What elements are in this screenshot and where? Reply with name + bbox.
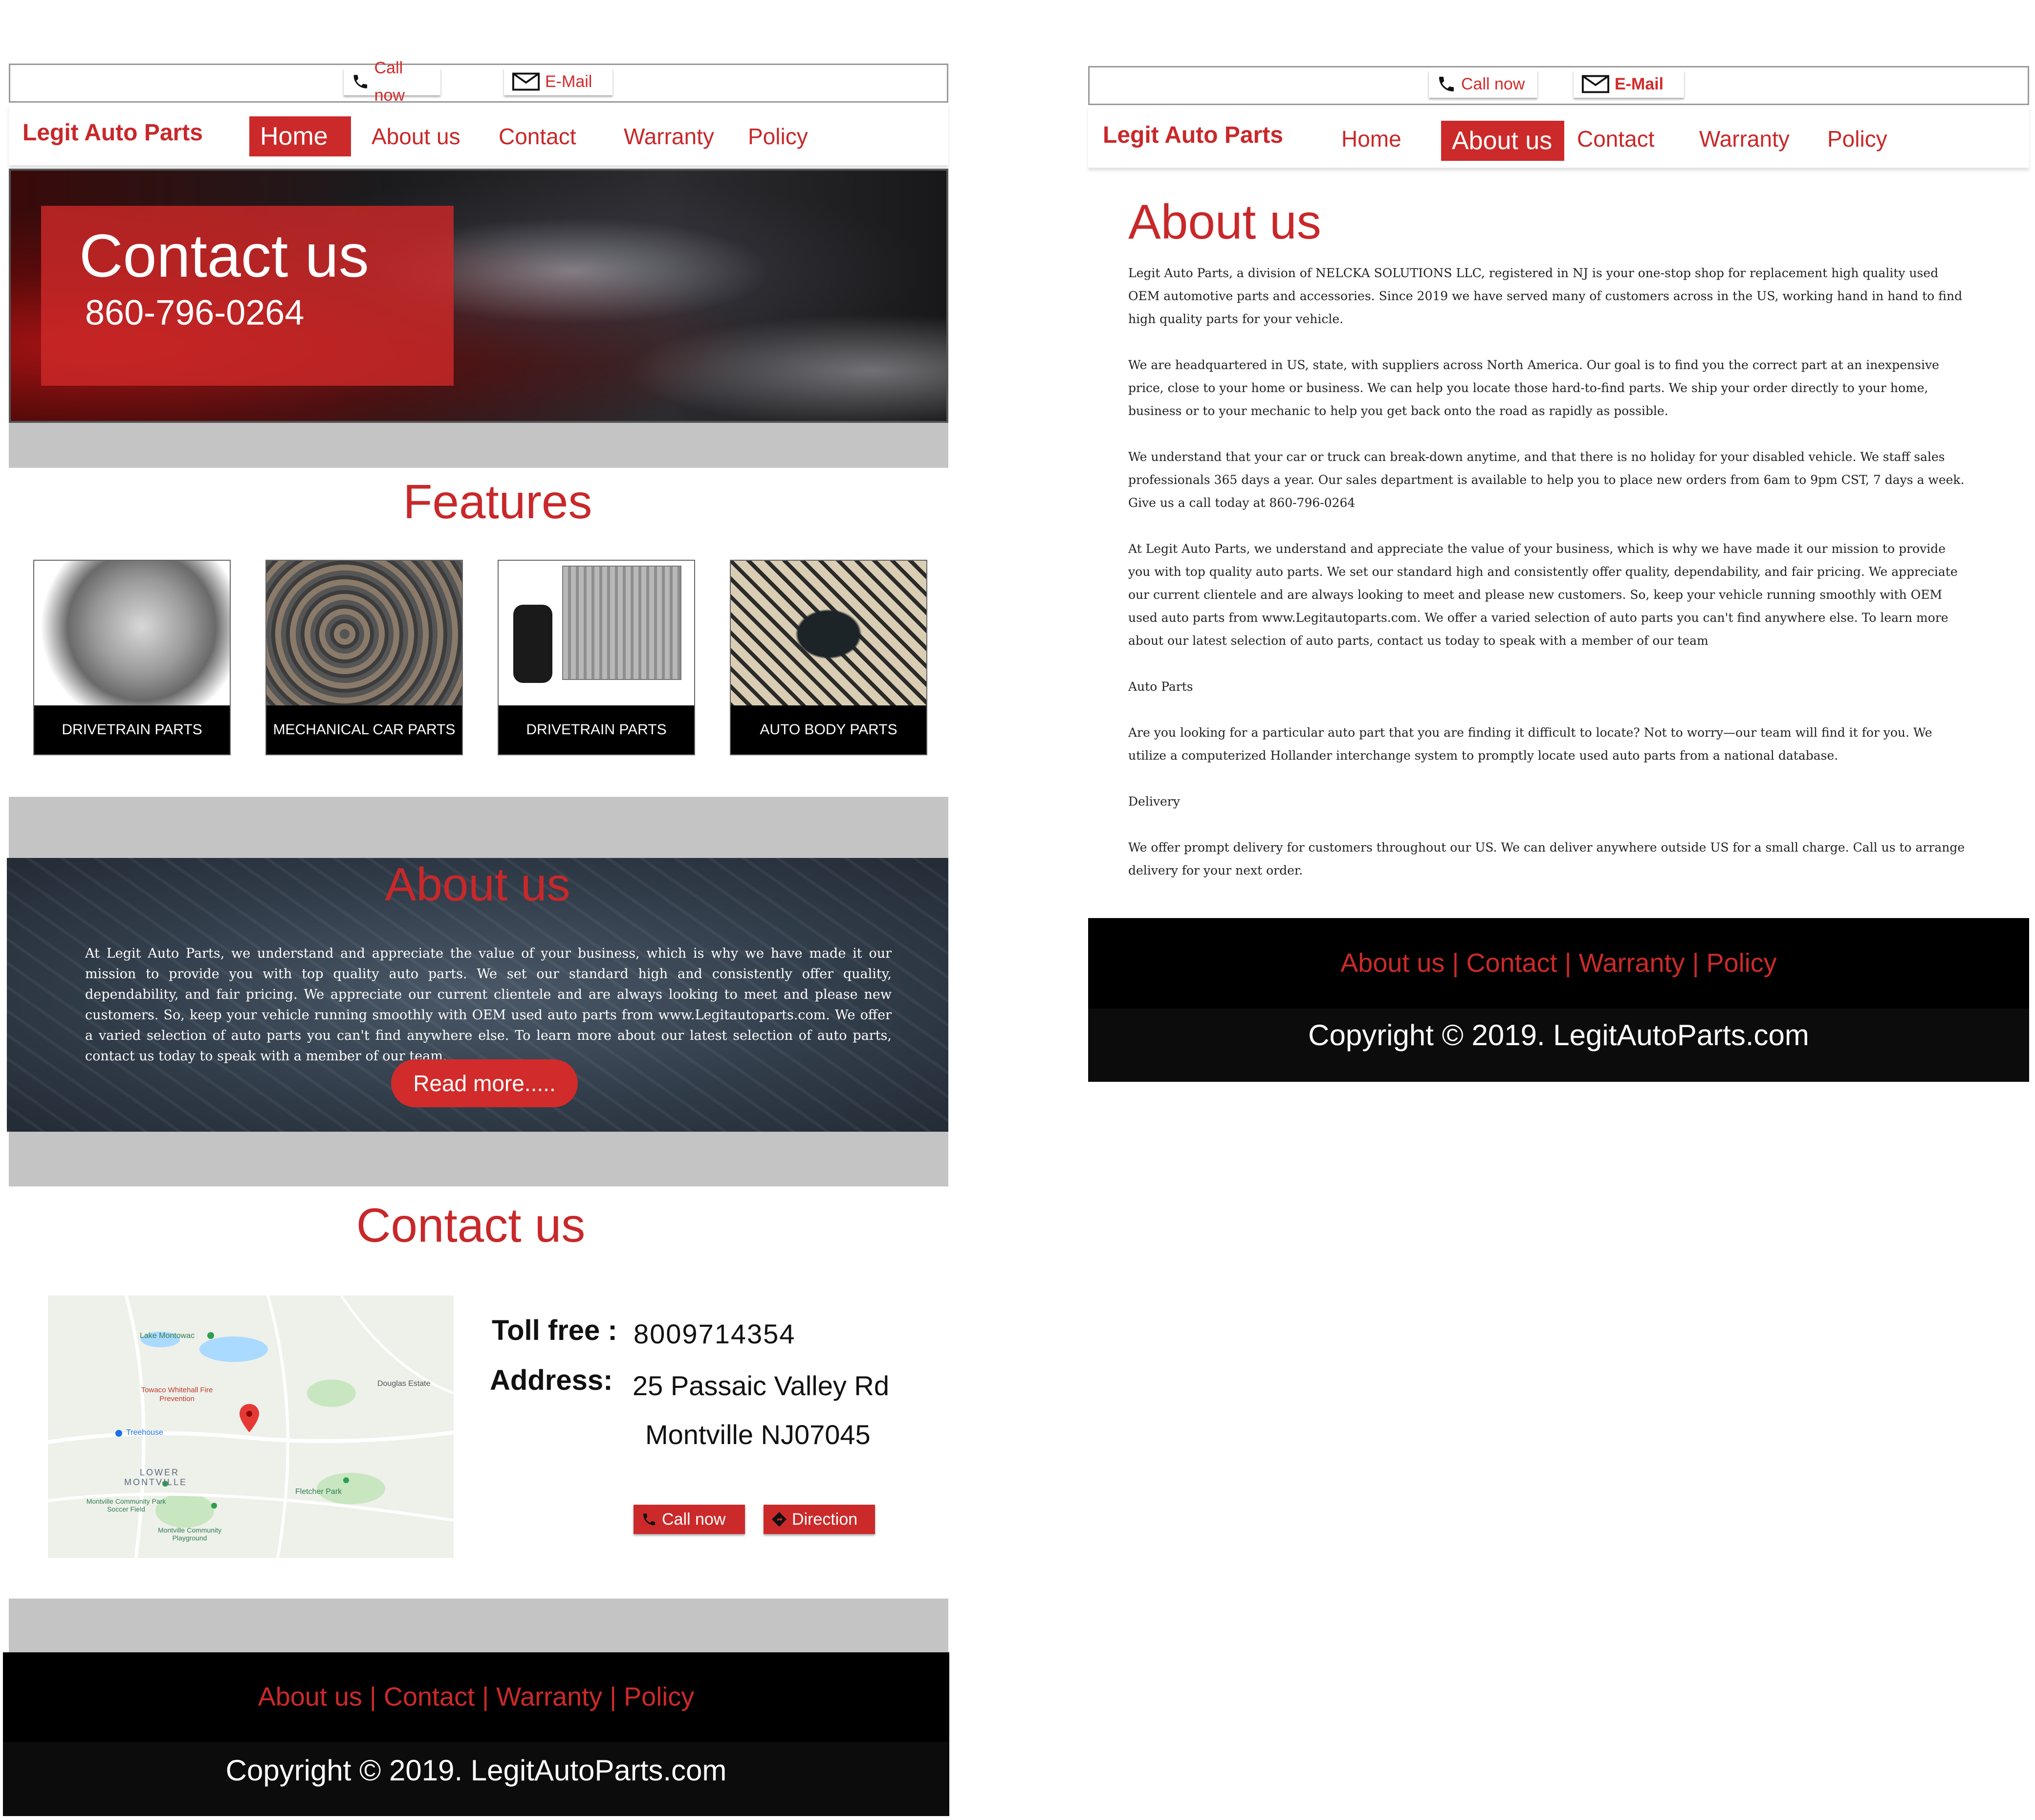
contact-call-label: Call now [662, 1510, 726, 1529]
feature-card[interactable]: AUTO BODY PARTS [730, 560, 927, 755]
map-label: Towaco Whitehall Fire Prevention [141, 1386, 213, 1403]
toll-free-label: Toll free : [492, 1315, 617, 1346]
toll-free-value[interactable]: 8009714354 [634, 1318, 795, 1350]
contact-topbar: Call now E-Mail [9, 59, 948, 105]
call-now-button[interactable]: Call now [344, 59, 440, 105]
page-title: About us [1128, 195, 1321, 249]
nav-policy[interactable]: Policy [737, 116, 819, 156]
map-label: LOWER [140, 1468, 180, 1477]
address-line2: Montville NJ07045 [645, 1419, 871, 1450]
navbar: Legit Auto Parts Home About us Contact W… [9, 103, 948, 165]
home-page: Call now E-Mail Legit Auto Parts Home Ab… [3, 59, 949, 1820]
nav-warranty[interactable]: Warranty [1688, 119, 1800, 159]
nav-home[interactable]: Home [249, 116, 351, 156]
about-subheading: Auto Parts [1128, 680, 1193, 694]
nav-contact[interactable]: Contact [488, 116, 587, 156]
address-label: Address: [490, 1364, 613, 1396]
nav-about[interactable]: About us [361, 116, 471, 156]
email-label: E-Mail [1615, 75, 1664, 93]
nav-policy[interactable]: Policy [1816, 119, 1898, 159]
footer-links[interactable]: About us | Contact | Warranty | Policy [3, 1652, 949, 1742]
phone-icon [643, 1513, 655, 1525]
email-button[interactable]: E-Mail [1574, 70, 1684, 98]
email-button[interactable]: E-Mail [504, 68, 613, 95]
map-label: Montville Community Playground [158, 1526, 221, 1542]
location-map[interactable]: Lake Montowac Towaco Whitehall Fire Prev… [48, 1295, 454, 1558]
direction-label: Direction [792, 1510, 858, 1529]
contact-call-button[interactable]: Call now [634, 1505, 745, 1534]
footer-copyright: Copyright © 2019. LegitAutoParts.com [3, 1742, 949, 1816]
about-paragraph: Are you looking for a particular auto pa… [1128, 725, 1932, 763]
map-label: Montville Community Park Soccer Field [86, 1497, 166, 1513]
about-title: About us [385, 858, 570, 911]
section-divider [9, 423, 948, 468]
gears-image [266, 561, 462, 707]
mail-icon [512, 72, 540, 91]
footer-links[interactable]: About us | Contact | Warranty | Policy [1088, 918, 2029, 1009]
call-now-button[interactable]: Call now [1429, 70, 1537, 98]
about-page: Call now E-Mail Legit Auto Parts Home Ab… [1088, 66, 2029, 1088]
map-graphic [48, 1295, 454, 1558]
features-title: Features [403, 475, 592, 528]
direction-button[interactable]: Direction [764, 1505, 875, 1534]
map-label: MONTVILLE [124, 1477, 188, 1487]
hero-phone[interactable]: 860-796-0264 [85, 293, 304, 333]
map-label: Treehouse [126, 1428, 163, 1437]
call-now-label: Call now [1461, 75, 1525, 93]
email-label: E-Mail [545, 72, 592, 91]
call-now-label: Call now [374, 59, 405, 105]
section-divider [9, 797, 948, 858]
phone-icon [1439, 77, 1454, 91]
feature-label: MECHANICAL CAR PARTS [266, 705, 462, 754]
hero-title: Contact us [79, 222, 369, 290]
hero-banner: Contact us 860-796-0264 [9, 169, 948, 423]
feature-card[interactable]: MECHANICAL CAR PARTS [265, 560, 463, 755]
brand-logo[interactable]: Legit Auto Parts [1103, 122, 1283, 149]
section-divider [9, 1599, 948, 1652]
nav-about[interactable]: About us [1441, 121, 1564, 161]
about-paragraph: We offer prompt delivery for customers t… [1128, 840, 1965, 877]
about-content: Legit Auto Parts, a division of NELCKA S… [1128, 262, 1969, 905]
feature-card[interactable]: DRIVETRAIN PARTS [33, 560, 231, 755]
navbar: Legit Auto Parts Home About us Contact W… [1088, 105, 2029, 168]
about-subheading: Delivery [1128, 794, 1180, 809]
feature-label: AUTO BODY PARTS [731, 705, 926, 754]
phone-icon [353, 75, 368, 88]
hero-contact-box: Contact us 860-796-0264 [41, 206, 454, 386]
about-paragraph: We understand that your car or truck can… [1128, 450, 1965, 510]
ecu-module-image [499, 561, 694, 707]
about-paragraph: Legit Auto Parts, a division of NELCKA S… [1128, 266, 1963, 326]
read-more-button[interactable]: Read more..... [391, 1059, 578, 1107]
section-divider [9, 1132, 948, 1186]
direction-icon [771, 1512, 787, 1527]
map-label: Douglas Estate [377, 1380, 431, 1388]
car-parts-image [731, 561, 926, 707]
footer-copyright: Copyright © 2019. LegitAutoParts.com [1088, 1009, 2029, 1082]
contact-topbar: Call now E-Mail [1088, 66, 2029, 105]
feature-card[interactable]: DRIVETRAIN PARTS [498, 560, 695, 755]
feature-label: DRIVETRAIN PARTS [34, 705, 230, 754]
nav-warranty[interactable]: Warranty [613, 116, 725, 156]
map-label: Lake Montowac [140, 1332, 195, 1340]
about-section: About us At Legit Auto Parts, we underst… [7, 858, 948, 1132]
about-text: At Legit Auto Parts, we understand and a… [85, 946, 892, 1064]
nav-home[interactable]: Home [1331, 119, 1412, 159]
mail-icon [1581, 75, 1610, 93]
about-paragraph: At Legit Auto Parts, we understand and a… [1128, 542, 1958, 648]
address-line1: 25 Passaic Valley Rd [633, 1370, 889, 1401]
feature-label: DRIVETRAIN PARTS [499, 705, 694, 754]
about-paragraph: We are headquartered in US, state, with … [1128, 358, 1939, 418]
map-label: Fletcher Park [295, 1488, 342, 1496]
contact-title: Contact us [356, 1198, 586, 1252]
brand-logo[interactable]: Legit Auto Parts [22, 119, 203, 146]
gearbox-image [34, 561, 230, 707]
nav-contact[interactable]: Contact [1566, 119, 1665, 159]
